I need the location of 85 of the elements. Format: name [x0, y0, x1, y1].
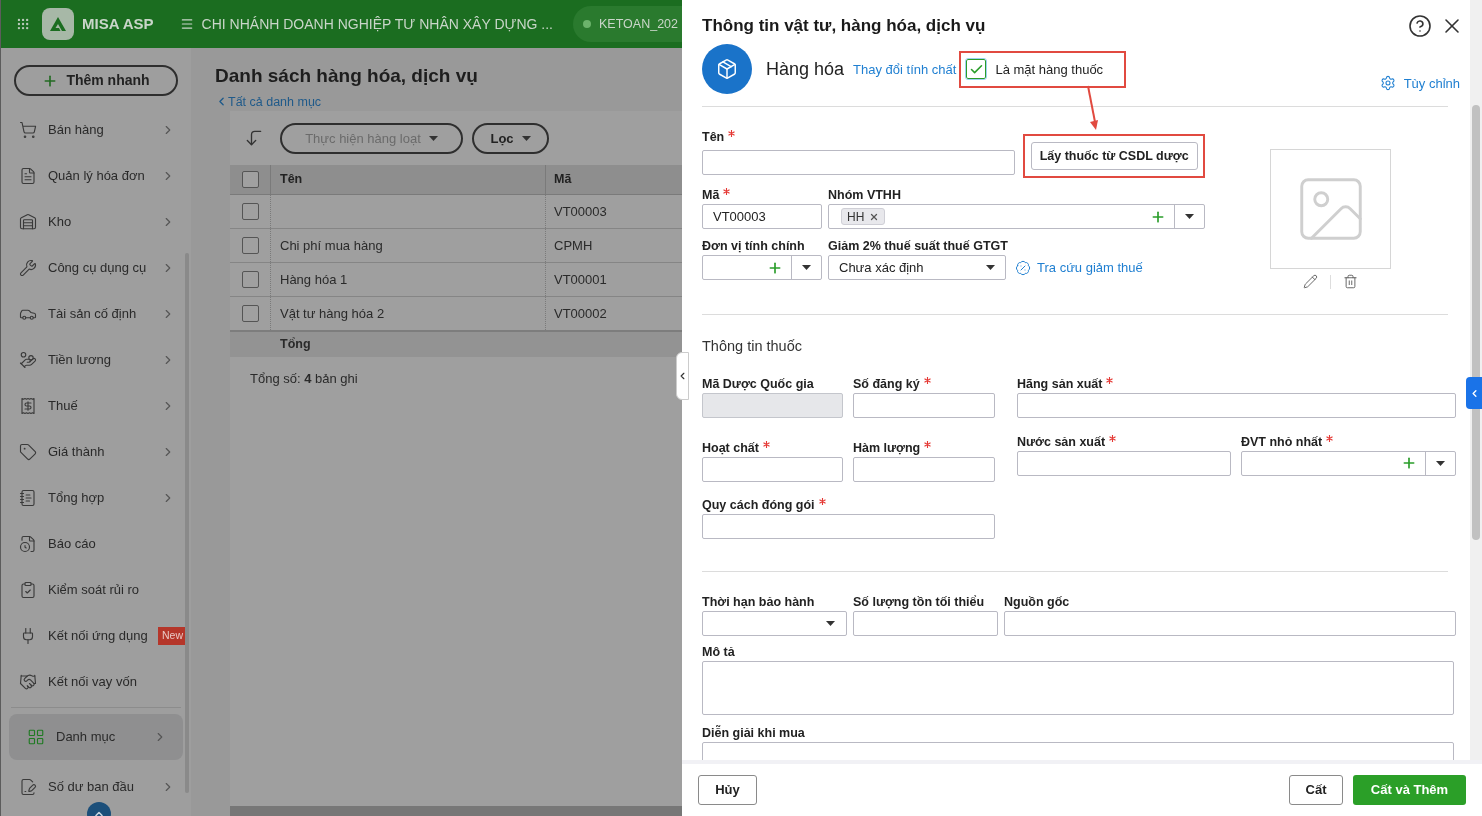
- column-header: Mã: [553, 171, 573, 189]
- sidebar-label: Công cụ dụng cụ: [48, 259, 148, 278]
- change-type-link[interactable]: Thay đổi tính chất: [853, 59, 957, 80]
- app-name: MISA ASP: [82, 13, 154, 34]
- table-cell-text: VT00002: [554, 305, 607, 323]
- field-value: VT00003: [712, 207, 766, 226]
- database-pill[interactable]: KETOAN_202: [573, 6, 682, 42]
- field-value: Chưa xác định: [839, 258, 925, 277]
- field-label: Mã: [702, 187, 720, 205]
- sidebar-item[interactable]: Danh mục: [9, 714, 183, 760]
- sidebar-label: Quản lý hóa đơn: [48, 167, 146, 186]
- sidebar-label: Kiểm soát rủi ro: [48, 581, 141, 600]
- sidebar-item[interactable]: Kho: [1, 199, 191, 245]
- input-field[interactable]: VT00003: [702, 204, 822, 230]
- field-label: Mã Dược Quốc gia: [702, 375, 814, 393]
- table-cell-text: VT00001: [554, 271, 607, 289]
- page-title: Danh sách hàng hóa, dịch vụ: [215, 64, 479, 88]
- filter-button[interactable]: Lọc: [472, 122, 549, 154]
- fetch-medicine-button[interactable]: Lấy thuốc từ CSDL dược: [1030, 142, 1198, 171]
- field-label: Nhóm VTHH: [828, 187, 901, 205]
- tag-label: HH: [847, 208, 865, 226]
- field-label: Số lượng tồn tối thiểu: [853, 593, 985, 611]
- field-label: Số đăng ký: [853, 375, 920, 393]
- total-label: Tổng: [280, 336, 311, 354]
- save-button[interactable]: Cất: [1289, 775, 1343, 805]
- field-label: Quy cách đóng gói: [702, 496, 815, 514]
- field-label: Tên: [702, 129, 725, 147]
- field-label: ĐVT nhỏ nhất: [1241, 433, 1323, 451]
- group-combo-field[interactable]: HH: [828, 204, 1205, 230]
- field-label: Đơn vị tính chính: [702, 238, 805, 256]
- field-label: Mô tả: [702, 643, 735, 661]
- field-label: Thời hạn bảo hành: [702, 593, 815, 611]
- tax-lookup-link[interactable]: Tra cứu giảm thuế: [1015, 257, 1143, 278]
- record-count: Tổng số: 4 bản ghi: [250, 370, 359, 389]
- sidebar-label: Số dư ban đầu: [48, 778, 136, 797]
- select-field[interactable]: Chưa xác định: [828, 255, 1006, 281]
- company-name[interactable]: CHI NHÁNH DOANH NGHIỆP TƯ NHÂN XÂY DỰNG ...: [201, 13, 553, 35]
- field-label: Diễn giải khi mua: [702, 724, 805, 743]
- field-label: Hãng sản xuất: [1017, 375, 1103, 393]
- field-label: Nước sản xuất: [1017, 433, 1106, 451]
- new-badge: New: [158, 627, 187, 645]
- sidebar-item[interactable]: Bán hàng: [1, 107, 191, 153]
- table-cell-text: Hàng hóa 1: [280, 271, 348, 289]
- sidebar-label: Tổng hợp: [48, 489, 106, 508]
- checkbox-label: Là mặt hàng thuốc: [995, 60, 1104, 79]
- field-label: Nguồn gốc: [1004, 593, 1070, 611]
- table-cell-text: Vật tư hàng hóa 2: [280, 305, 385, 323]
- sidebar-item[interactable]: Kết nối vay vốn: [1, 659, 191, 705]
- sidebar-item[interactable]: Thuế: [1, 383, 191, 429]
- column-header: Tên: [271, 165, 546, 195]
- table-cell-text: Chi phí mua hàng: [280, 237, 383, 255]
- sidebar-item[interactable]: Giá thành: [1, 429, 191, 475]
- sidebar-item[interactable]: Công cụ dụng cụ: [1, 245, 191, 291]
- sidebar-label: Thuế: [48, 397, 79, 416]
- sidebar-label: Kho: [48, 213, 73, 232]
- sidebar-label: Danh mục: [56, 728, 117, 747]
- sidebar-item[interactable]: Kết nối ứng dụng New: [1, 613, 191, 659]
- sidebar-label: Tiền lương: [48, 351, 112, 370]
- group-tag[interactable]: HH: [841, 208, 886, 226]
- cancel-button[interactable]: Hủy: [698, 775, 757, 805]
- field-label: Giảm 2% thuế suất thuế GTGT: [828, 238, 1008, 256]
- field-label: Hàm lượng: [853, 439, 921, 457]
- sidebar-label: Giá thành: [48, 443, 106, 462]
- database-name: KETOAN_202: [599, 15, 678, 33]
- table-cell-text: CPMH: [554, 237, 593, 255]
- customize-link[interactable]: Tùy chỉnh: [1379, 73, 1460, 94]
- sidebar-label: Báo cáo: [48, 535, 97, 554]
- sidebar-label: Bán hàng: [48, 121, 105, 140]
- sidebar-label: Kết nối ứng dụng: [48, 627, 149, 646]
- sidebar-item[interactable]: Tiền lương: [1, 337, 191, 383]
- sidebar-item[interactable]: Tài sản cố định: [1, 291, 191, 337]
- save-and-add-button[interactable]: Cất và Thêm: [1353, 775, 1466, 805]
- quick-add-button[interactable]: Thêm nhanh: [14, 65, 178, 96]
- table-cell-text: VT00003: [554, 203, 607, 221]
- dialog-title: Thông tin vật tư, hàng hóa, dịch vụ: [702, 15, 986, 38]
- sidebar-item[interactable]: Quản lý hóa đơn: [1, 153, 191, 199]
- sidebar-item[interactable]: Số dư ban đầu: [1, 764, 191, 810]
- item-type: Hàng hóa: [766, 57, 845, 81]
- sidebar-item[interactable]: Báo cáo: [1, 521, 191, 567]
- section-title: Thông tin thuốc: [702, 337, 803, 357]
- sidebar-item[interactable]: Kiểm soát rủi ro: [1, 567, 191, 613]
- sidebar-label: Kết nối vay vốn: [48, 673, 138, 692]
- sidebar-item[interactable]: Tổng hợp: [1, 475, 191, 521]
- sidebar-label: Tài sản cố định: [48, 305, 138, 324]
- field-label: Hoạt chất: [702, 439, 759, 457]
